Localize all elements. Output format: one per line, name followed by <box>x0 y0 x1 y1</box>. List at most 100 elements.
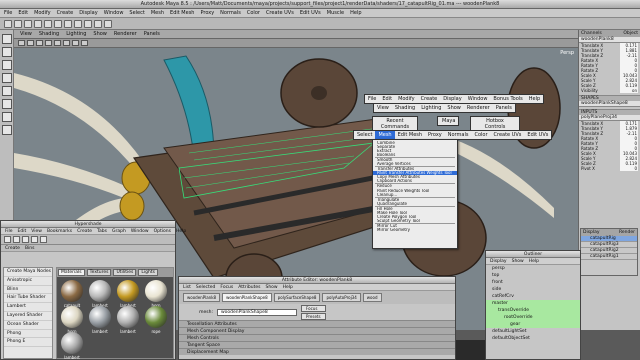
outliner-item-front[interactable]: front <box>486 279 580 286</box>
new-scene-icon[interactable] <box>4 19 12 28</box>
hypershade-menu-item-create[interactable]: Create <box>77 229 92 234</box>
isolate-icon[interactable] <box>81 40 88 46</box>
lights-icon[interactable] <box>72 40 79 46</box>
move-tool-icon[interactable] <box>1 73 12 83</box>
menu-item-color[interactable]: Color <box>247 10 260 16</box>
material-swatch[interactable] <box>89 306 111 328</box>
bookmark-icon[interactable] <box>27 40 34 46</box>
hypershade-menu-item-window[interactable]: Window <box>131 229 149 234</box>
outliner-menu-item-help[interactable]: Help <box>529 259 539 264</box>
create-node-phong-e[interactable]: Phong E <box>4 338 52 348</box>
select-object-icon[interactable] <box>44 19 52 28</box>
create-node-anisotropic[interactable]: Anisotropic <box>4 277 52 286</box>
ipr-render-icon[interactable] <box>104 19 112 28</box>
maya-button[interactable]: Maya <box>437 116 459 126</box>
hotbox-menu-show[interactable]: Show <box>444 104 464 112</box>
create-node-create-maya-nodes[interactable]: Create Maya Nodes <box>4 268 52 277</box>
hotbox-menu-bonus-tools[interactable]: Bonus Tools <box>490 95 525 103</box>
outliner-item-persp[interactable]: persp <box>486 265 580 272</box>
create-node-phong[interactable]: Phong <box>4 330 52 339</box>
focus-button[interactable]: Focus <box>301 304 326 312</box>
render-icon[interactable] <box>94 19 102 28</box>
outliner-menu-item-display[interactable]: Display <box>490 259 507 264</box>
layer-catapultrig1[interactable]: catapultRig1 <box>581 254 637 260</box>
hypershade-menu-item-file[interactable]: File <box>5 229 13 234</box>
attribute-section-mesh-component-display[interactable]: Mesh Component Display <box>179 327 455 334</box>
attribute-tab-polysurfaceshape8[interactable]: polySurfaceShape8 <box>273 293 321 302</box>
tab-lights[interactable]: Lights <box>138 269 158 276</box>
clear-graph-icon[interactable] <box>13 236 20 243</box>
outliner-item-top[interactable]: top <box>486 272 580 279</box>
snap-point-icon[interactable] <box>84 19 92 28</box>
last-tool-icon[interactable] <box>1 125 12 135</box>
attribute-menu-item-show[interactable]: Show <box>265 285 277 290</box>
hotbox-menu-proxy[interactable]: Proxy <box>425 131 445 139</box>
create-node-lambert[interactable]: Lambert <box>4 303 52 312</box>
outliner-item-gear[interactable]: gear <box>486 321 580 328</box>
channel-row-visibility[interactable]: Visibility on <box>579 88 640 93</box>
menu-item-normals[interactable]: Normals <box>220 10 241 16</box>
manipulator-tool-icon[interactable] <box>1 112 12 122</box>
outliner-item-master[interactable]: master <box>486 300 580 307</box>
tab-materials[interactable]: Materials <box>58 269 85 276</box>
material-swatch[interactable] <box>61 280 83 302</box>
menu-item-create-uvs[interactable]: Create UVs <box>266 10 294 16</box>
material-swatch[interactable] <box>61 306 83 328</box>
attribute-tab-wood[interactable]: wood <box>362 293 382 302</box>
hotbox-menu-create-uvs[interactable]: Create UVs <box>491 131 525 139</box>
outliner-item-defaultobjectset[interactable]: defaultObjectSet <box>486 335 580 342</box>
hypershade-menu-item-help[interactable]: Help <box>176 229 186 234</box>
save-scene-icon[interactable] <box>24 19 32 28</box>
hotbox-menu-select[interactable]: Select <box>354 131 375 139</box>
tab-render[interactable]: Render <box>619 230 635 235</box>
scale-tool-icon[interactable] <box>1 99 12 109</box>
menu-item-create[interactable]: Create <box>57 10 74 16</box>
tab-display[interactable]: Display <box>583 230 600 235</box>
channel-value[interactable]: 0 <box>620 166 638 171</box>
outliner-item-rootoverride[interactable]: rootOverride <box>486 314 580 321</box>
select-component-icon[interactable] <box>54 19 62 28</box>
material-swatch[interactable] <box>145 280 167 302</box>
menu-item-file[interactable]: File <box>4 10 12 16</box>
attribute-tab-polyautoproj34[interactable]: polyAutoProj34 <box>322 293 361 302</box>
menu-item-edit[interactable]: Edit <box>18 10 28 16</box>
attribute-section-tessellation-attributes[interactable]: Tessellation Attributes <box>179 320 455 327</box>
mesh-menu-item-mirror-geometry[interactable]: Mirror Geometry <box>373 228 457 232</box>
hotbox-menu-color[interactable]: Color <box>471 131 490 139</box>
tab-create[interactable]: Create <box>5 246 20 251</box>
menu-item-select[interactable]: Select <box>129 10 144 16</box>
hypershade-menu-item-options[interactable]: Options <box>154 229 171 234</box>
menu-item-window[interactable]: Window <box>104 10 124 16</box>
attribute-tab-woodenplankshape8[interactable]: woodenPlankShape8 <box>222 293 272 302</box>
attribute-section-tangent-space[interactable]: Tangent Space <box>179 341 455 348</box>
hotbox-menu-file[interactable]: File <box>365 95 379 103</box>
hotbox-menu-shading[interactable]: Shading <box>392 104 418 112</box>
create-node-blinn[interactable]: Blinn <box>4 286 52 295</box>
viewport-menu-item-panels[interactable]: Panels <box>144 31 160 37</box>
camera-icon[interactable] <box>18 40 25 46</box>
menu-item-edit-uvs[interactable]: Edit UVs <box>300 10 321 16</box>
material-swatch[interactable] <box>117 280 139 302</box>
create-node-ocean-shader[interactable]: Ocean Shader <box>4 321 52 330</box>
hotbox-menu-edit-mesh[interactable]: Edit Mesh <box>395 131 425 139</box>
output-connections-icon[interactable] <box>31 236 38 243</box>
channel-value[interactable]: on <box>620 88 638 93</box>
select-hierarchy-icon[interactable] <box>34 19 42 28</box>
texture-icon[interactable] <box>63 40 70 46</box>
hypershade-menu-item-tabs[interactable]: Tabs <box>97 229 107 234</box>
hotbox-menu-normals[interactable]: Normals <box>445 131 472 139</box>
menu-item-mesh[interactable]: Mesh <box>151 10 164 16</box>
snap-curve-icon[interactable] <box>74 19 82 28</box>
tab-object[interactable]: Object <box>623 31 638 36</box>
attribute-menu-item-focus[interactable]: Focus <box>220 285 233 290</box>
tab-utilities[interactable]: Utilities <box>113 269 137 276</box>
hypershade-menu-item-graph[interactable]: Graph <box>112 229 126 234</box>
hotbox-menu-edit[interactable]: Edit <box>379 95 395 103</box>
viewport-menu-item-lighting[interactable]: Lighting <box>66 31 86 37</box>
hotbox-menu-panels[interactable]: Panels <box>493 104 515 112</box>
viewport-menu-item-renderer[interactable]: Renderer <box>114 31 137 37</box>
channel-row-pivot-x[interactable]: Pivot X 0 <box>579 166 640 171</box>
attribute-tab-woodenplank8[interactable]: woodenPlank8 <box>183 293 221 302</box>
attribute-menu-item-list[interactable]: List <box>183 285 191 290</box>
outliner-item-transoverride[interactable]: transOverride <box>486 307 580 314</box>
